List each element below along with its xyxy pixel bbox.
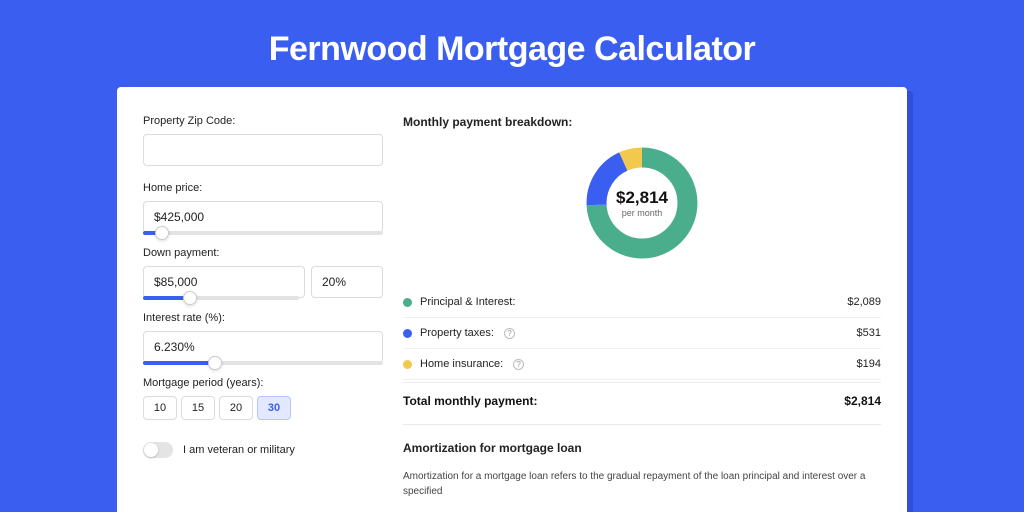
legend-dot-principal [403,298,412,307]
legend-label-insurance: Home insurance: [420,358,503,370]
interest-slider-fill [143,361,215,365]
legend-label-taxes: Property taxes: [420,327,494,339]
inputs-column: Property Zip Code: Home price: Down paym… [143,115,383,512]
period-label: Mortgage period (years): [143,377,383,389]
zip-label: Property Zip Code: [143,115,383,127]
period-btn-15[interactable]: 15 [181,396,215,420]
down-payment-row [143,266,383,298]
home-price-label: Home price: [143,182,383,194]
legend-dot-taxes [403,329,412,338]
legend-label-principal: Principal & Interest: [420,296,515,308]
donut-sub: per month [622,208,663,218]
calculator-card: Property Zip Code: Home price: Down paym… [117,87,907,512]
down-payment-slider-thumb[interactable] [183,291,197,305]
donut-chart: $2,814 per month [582,143,702,263]
down-payment-slider[interactable] [143,296,299,300]
legend-row-principal: Principal & Interest: $2,089 [403,287,881,318]
donut-center: $2,814 per month [582,143,702,263]
calculator-card-wrap: Property Zip Code: Home price: Down paym… [117,87,907,512]
legend-dot-insurance [403,360,412,369]
down-payment-input[interactable] [143,266,305,298]
legend-left-taxes: Property taxes: ? [403,327,515,339]
legend-value-taxes: $531 [857,327,881,339]
donut-chart-wrap: $2,814 per month [403,143,881,263]
interest-slider[interactable] [143,361,383,365]
home-price-group: Home price: [143,182,383,235]
veteran-toggle[interactable] [143,442,173,458]
total-row: Total monthly payment: $2,814 [403,382,881,424]
down-payment-pct-input[interactable] [311,266,383,298]
zip-input[interactable] [143,134,383,166]
interest-slider-thumb[interactable] [208,356,222,370]
home-price-input[interactable] [143,201,383,233]
down-payment-group: Down payment: [143,247,383,300]
legend-left-principal: Principal & Interest: [403,296,515,308]
legend-left-insurance: Home insurance: ? [403,358,524,370]
legend-row-taxes: Property taxes: ? $531 [403,318,881,349]
veteran-row: I am veteran or military [143,442,383,458]
amortization-section: Amortization for mortgage loan Amortizat… [403,424,881,499]
legend-row-insurance: Home insurance: ? $194 [403,349,881,380]
total-label: Total monthly payment: [403,394,537,408]
home-price-slider-thumb[interactable] [155,226,169,240]
period-btn-20[interactable]: 20 [219,396,253,420]
period-row: 10 15 20 30 [143,396,383,420]
interest-input[interactable] [143,331,383,363]
period-group: Mortgage period (years): 10 15 20 30 [143,377,383,420]
down-payment-label: Down payment: [143,247,383,259]
breakdown-title: Monthly payment breakdown: [403,115,881,129]
legend-value-insurance: $194 [857,358,881,370]
info-icon[interactable]: ? [504,328,515,339]
amortization-title: Amortization for mortgage loan [403,441,881,455]
info-icon[interactable]: ? [513,359,524,370]
page-title: Fernwood Mortgage Calculator [0,0,1024,87]
amortization-text: Amortization for a mortgage loan refers … [403,469,881,499]
period-btn-10[interactable]: 10 [143,396,177,420]
legend-value-principal: $2,089 [847,296,881,308]
veteran-label: I am veteran or military [183,444,295,456]
total-value: $2,814 [844,394,881,408]
zip-group: Property Zip Code: [143,115,383,166]
breakdown-column: Monthly payment breakdown: $2,814 per mo… [403,115,881,512]
period-btn-30[interactable]: 30 [257,396,291,420]
interest-label: Interest rate (%): [143,312,383,324]
veteran-toggle-knob [144,443,158,457]
interest-group: Interest rate (%): [143,312,383,365]
home-price-slider[interactable] [143,231,383,235]
donut-amount: $2,814 [616,188,668,208]
